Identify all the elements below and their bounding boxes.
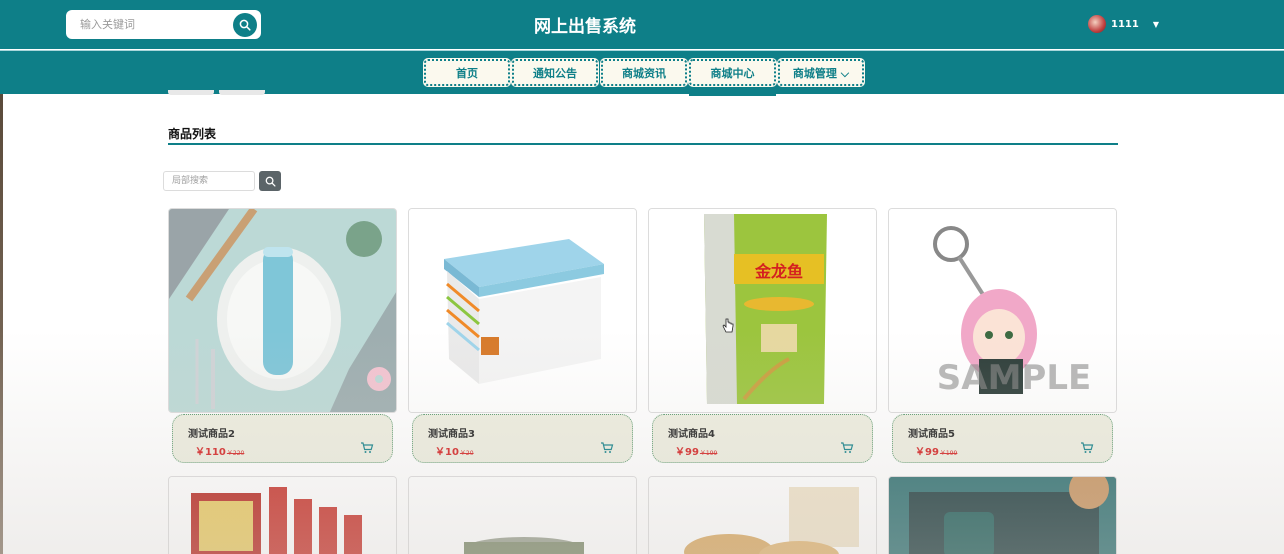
liquor-box-image [169, 477, 396, 554]
product-card[interactable] [648, 476, 877, 554]
nav-item-news[interactable]: 商城资讯 [601, 59, 687, 86]
cart-icon[interactable] [360, 441, 374, 455]
local-search-input[interactable] [163, 171, 255, 191]
product-image[interactable]: 金龙鱼 [648, 208, 877, 413]
nav-item-home[interactable]: 首页 [424, 59, 510, 86]
nav-item-mall-management[interactable]: 商城管理 ⌵ [778, 59, 864, 86]
original-price: ￥220 [226, 450, 245, 457]
mug-gift-set-image [889, 477, 1116, 554]
storage-box-image [409, 209, 636, 412]
nav-item-mall-center[interactable]: 商城中心 [689, 59, 776, 86]
product-card[interactable] [888, 476, 1117, 554]
top-header: 网上出售系统 1111 ▼ [0, 0, 1284, 49]
hand-cursor-icon [722, 318, 734, 333]
product-image[interactable] [168, 208, 397, 413]
local-search-button[interactable] [259, 171, 281, 191]
product-image[interactable] [168, 476, 397, 554]
site-title: 网上出售系统 [534, 17, 636, 37]
product-price: ￥99￥199 [915, 443, 957, 458]
lunchbox-image [409, 477, 636, 554]
product-info: 测试商品3 ￥10￥20 [412, 414, 633, 463]
product-name[interactable]: 测试商品5 [908, 425, 955, 440]
current-price: ￥99 [675, 447, 699, 458]
product-info: 测试商品4 ￥99￥199 [652, 414, 873, 463]
cart-icon[interactable] [600, 441, 614, 455]
rice-bag-image: 金龙鱼 [649, 209, 876, 412]
nav-item-notices[interactable]: 通知公告 [512, 59, 598, 86]
svg-text:SAMPLE: SAMPLE [937, 358, 1091, 398]
keychain-image: SAMPLE [889, 209, 1116, 412]
product-name[interactable]: 测试商品4 [668, 425, 715, 440]
user-menu[interactable]: 1111 ▼ [1088, 15, 1159, 33]
cart-icon[interactable] [1080, 441, 1094, 455]
current-price: ￥110 [195, 447, 226, 458]
main-nav: 首页 通知公告 商城资讯 商城中心 商城管理 ⌵ [0, 50, 1284, 94]
product-info: 测试商品5 ￥99￥199 [892, 414, 1113, 463]
original-price: ￥199 [939, 450, 958, 457]
avatar [1088, 15, 1106, 33]
product-image[interactable] [888, 476, 1117, 554]
product-name[interactable]: 测试商品2 [188, 425, 235, 440]
section-divider [168, 143, 1118, 145]
current-price: ￥99 [915, 447, 939, 458]
username: 1111 [1111, 18, 1139, 30]
product-card[interactable]: 金龙鱼 测试商品4 ￥99￥199 [648, 208, 877, 466]
snack-image [649, 477, 876, 554]
product-image[interactable]: SAMPLE [888, 208, 1117, 413]
product-name[interactable]: 测试商品3 [428, 425, 475, 440]
left-edge-decoration [0, 94, 3, 554]
product-info: 测试商品2 ￥110￥220 [172, 414, 393, 463]
bottle-image [169, 209, 396, 412]
caret-down-icon: ▼ [1152, 19, 1159, 29]
product-image[interactable] [408, 476, 637, 554]
product-image[interactable] [648, 476, 877, 554]
nav-active-indicator [689, 94, 776, 96]
product-card[interactable]: 测试商品3 ￥10￥20 [408, 208, 637, 466]
product-image[interactable] [408, 208, 637, 413]
product-card[interactable] [408, 476, 637, 554]
product-price: ￥110￥220 [195, 443, 244, 458]
svg-text:金龙鱼: 金龙鱼 [754, 262, 803, 281]
product-price: ￥99￥199 [675, 443, 717, 458]
section-title: 商品列表 [168, 127, 217, 141]
search-icon [265, 176, 276, 187]
original-price: ￥20 [459, 450, 474, 457]
product-price: ￥10￥20 [435, 443, 474, 458]
ghost-tab-left [168, 90, 214, 95]
product-card[interactable]: SAMPLE 测试商品5 ￥99￥199 [888, 208, 1117, 466]
cart-icon[interactable] [840, 441, 854, 455]
current-price: ￥10 [435, 447, 459, 458]
product-card[interactable] [168, 476, 397, 554]
ghost-tab-right [219, 90, 265, 95]
original-price: ￥199 [699, 450, 718, 457]
product-card[interactable]: 测试商品2 ￥110￥220 [168, 208, 397, 466]
